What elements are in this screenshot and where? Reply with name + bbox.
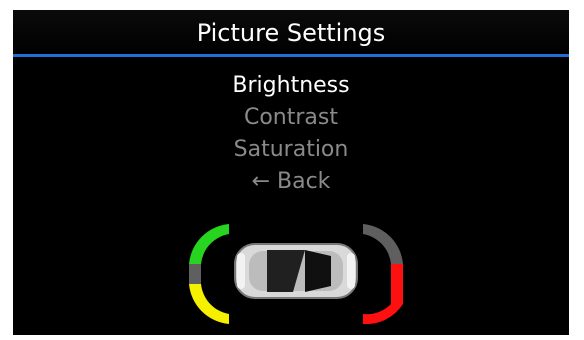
- sensor-front-right-zone: [363, 224, 403, 264]
- menu-item-brightness[interactable]: Brightness: [13, 70, 569, 102]
- menu-item-back[interactable]: ← Back: [13, 166, 569, 198]
- sensor-right-middle-zone: [391, 264, 403, 304]
- page-title: Picture Settings: [196, 19, 386, 47]
- menu-item-saturation[interactable]: Saturation: [13, 134, 569, 166]
- sensor-front-left-zone: [189, 224, 229, 264]
- display-screen: Picture Settings Brightness Contrast Sat…: [13, 10, 569, 335]
- title-bar: Picture Settings: [13, 10, 569, 57]
- menu-item-contrast[interactable]: Contrast: [13, 102, 569, 134]
- settings-menu: Brightness Contrast Saturation ← Back: [13, 70, 569, 198]
- sensor-rear-right-zone: [363, 304, 403, 325]
- sensor-left-middle-zone: [189, 264, 201, 284]
- parking-sensor-graphic: [189, 224, 403, 325]
- sensor-rear-left-zone: [189, 284, 229, 324]
- car-icon: [234, 243, 358, 299]
